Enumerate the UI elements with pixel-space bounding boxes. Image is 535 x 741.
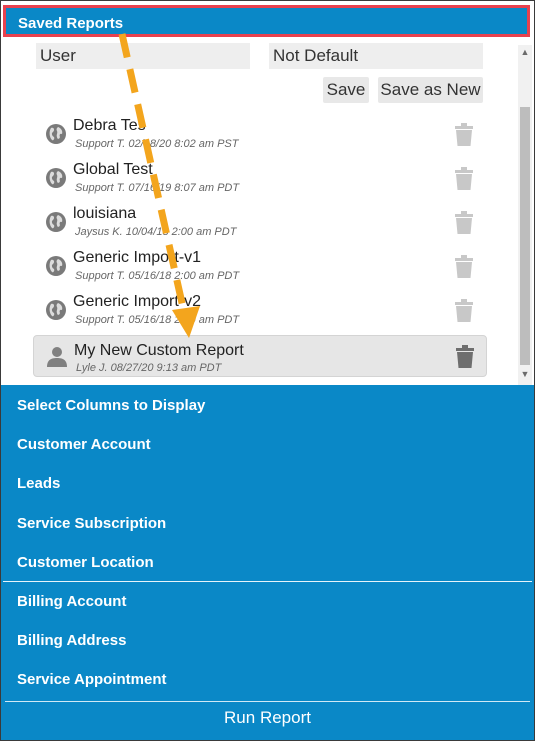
globe-icon (46, 300, 66, 320)
report-item-selected[interactable]: My New Custom Report Lyle J. 08/27/20 9:… (33, 335, 487, 377)
person-icon (47, 347, 67, 367)
trash-icon[interactable] (453, 255, 475, 279)
report-options-menu: Select Columns to Display Customer Accou… (1, 385, 534, 740)
menu-item-customer-account[interactable]: Customer Account (17, 436, 151, 453)
trash-icon[interactable] (453, 167, 475, 191)
menu-item-select-columns[interactable]: Select Columns to Display (17, 397, 205, 414)
trash-icon[interactable] (453, 211, 475, 235)
report-item[interactable]: Generic Import-v1 Support T. 05/16/18 2:… (33, 247, 487, 289)
save-as-new-button[interactable]: Save as New (378, 77, 483, 103)
scroll-down-icon[interactable]: ▼ (518, 369, 532, 381)
run-report-button[interactable]: Run Report (5, 701, 530, 736)
saved-reports-panel: Saved Reports User Not Default Save Save… (0, 0, 535, 741)
trash-icon[interactable] (453, 123, 475, 147)
report-item[interactable]: Global Test Support T. 07/16/19 8:07 am … (33, 159, 487, 201)
save-button[interactable]: Save (323, 77, 369, 103)
trash-icon[interactable] (453, 299, 475, 323)
menu-divider (3, 581, 532, 582)
report-item[interactable]: Debra Tes Support T. 02/18/20 8:02 am PS… (33, 115, 487, 157)
menu-item-leads[interactable]: Leads (17, 475, 60, 492)
saved-reports-title: Saved Reports (18, 15, 124, 32)
report-item[interactable]: louisiana Jaysus K. 10/04/18 2:00 am PDT (33, 203, 487, 245)
saved-reports-header[interactable]: Saved Reports (3, 5, 530, 37)
report-name: Generic Import-v1 (73, 249, 202, 266)
saved-reports-list-area: User Not Default Save Save as New Debra … (1, 37, 534, 385)
report-meta: Support T. 02/18/20 8:02 am PST (75, 138, 239, 150)
default-filter-field[interactable]: Not Default (269, 43, 483, 69)
scroll-up-icon[interactable]: ▲ (518, 47, 532, 59)
menu-item-service-appointment[interactable]: Service Appointment (17, 671, 166, 688)
report-name: Generic Import-v2 (73, 293, 202, 310)
report-name: Global Test (73, 161, 153, 178)
scrollbar-thumb[interactable] (520, 107, 530, 365)
report-name: louisiana (73, 205, 137, 222)
report-meta: Jaysus K. 10/04/18 2:00 am PDT (75, 226, 237, 238)
trash-icon[interactable] (454, 345, 476, 369)
report-meta: Support T. 07/16/19 8:07 am PDT (75, 182, 240, 194)
report-name: Debra Tes (73, 117, 146, 134)
report-meta: Support T. 05/16/18 2:00 am PDT (75, 314, 240, 326)
owner-filter-field[interactable]: User (36, 43, 250, 69)
menu-item-billing-account[interactable]: Billing Account (17, 593, 126, 610)
report-meta: Lyle J. 08/27/20 9:13 am PDT (76, 362, 222, 374)
globe-icon (46, 256, 66, 276)
menu-item-customer-location[interactable]: Customer Location (17, 554, 154, 571)
globe-icon (46, 168, 66, 188)
menu-item-service-subscription[interactable]: Service Subscription (17, 515, 166, 532)
globe-icon (46, 124, 66, 144)
report-name: My New Custom Report (74, 342, 244, 359)
report-item[interactable]: Generic Import-v2 Support T. 05/16/18 2:… (33, 291, 487, 333)
menu-item-billing-address[interactable]: Billing Address (17, 632, 126, 649)
report-meta: Support T. 05/16/18 2:00 am PDT (75, 270, 240, 282)
globe-icon (46, 212, 66, 232)
